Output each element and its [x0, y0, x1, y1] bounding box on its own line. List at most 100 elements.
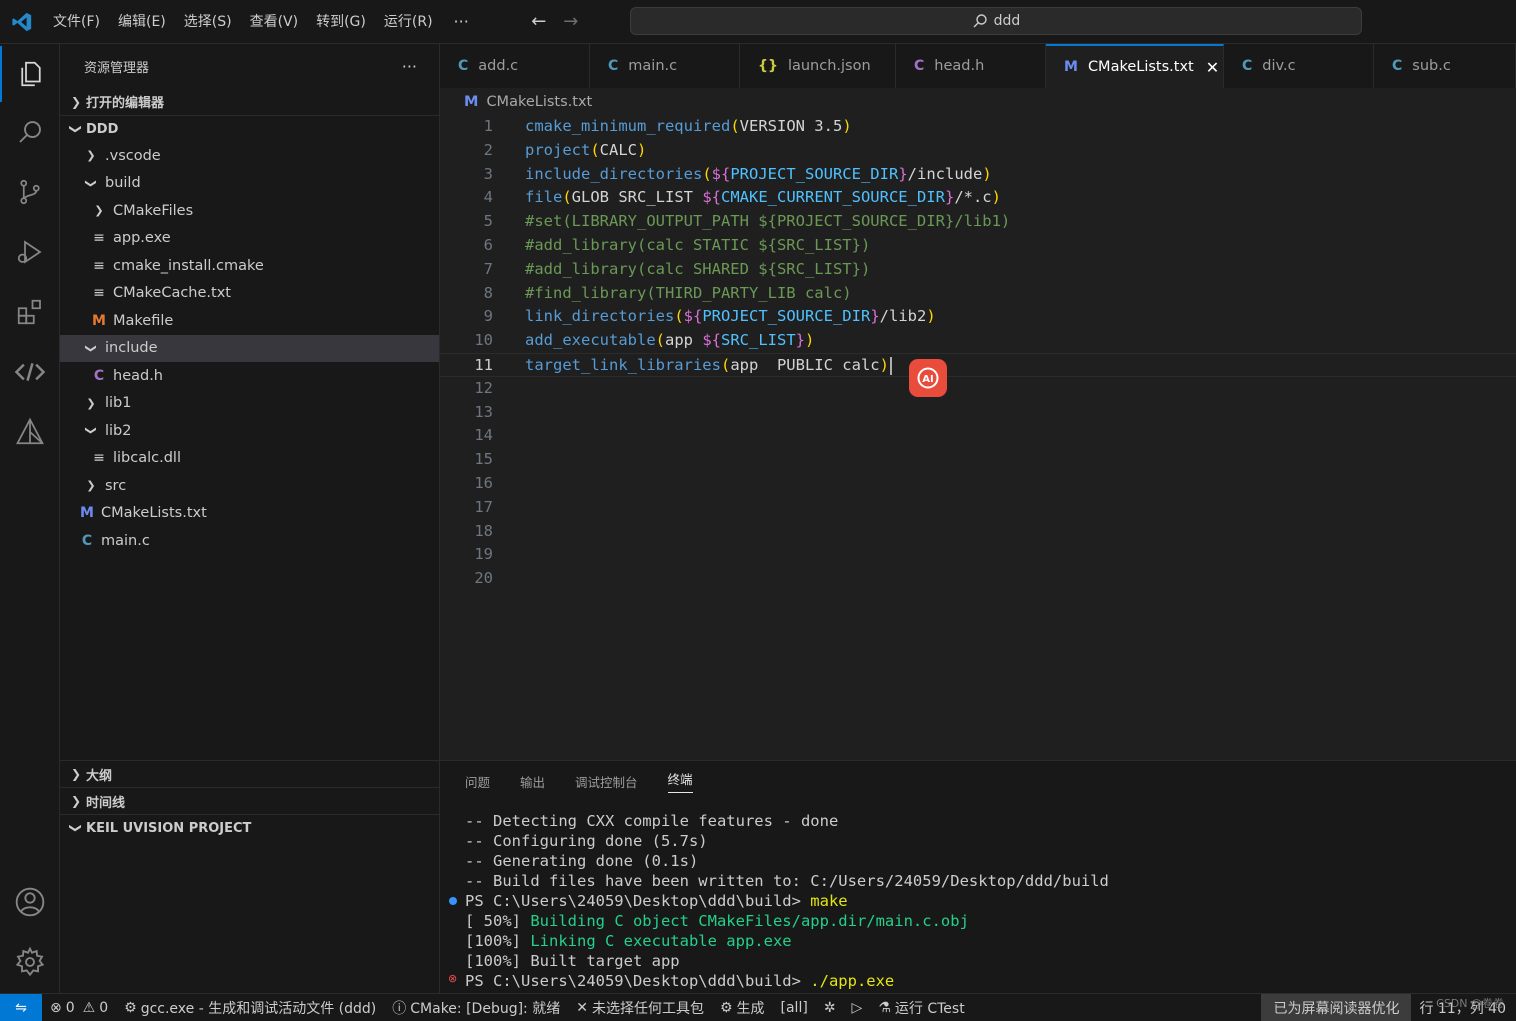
line-number: 6	[483, 236, 493, 254]
run-play-icon[interactable]: ▷	[844, 1000, 871, 1016]
code-line[interactable]: 11 target_link_libraries(app PUBLIC calc)	[440, 353, 1516, 377]
code-line[interactable]: 13	[440, 401, 1516, 425]
terminal-line: -- Configuring done (5.7s)	[465, 832, 708, 850]
tab-problems[interactable]: 问题	[465, 772, 490, 791]
breadcrumb[interactable]: M CMakeLists.txt	[440, 88, 1516, 116]
close-icon[interactable]: ✕	[1206, 58, 1219, 77]
menu-more-button[interactable]: ···	[442, 12, 481, 31]
code-line[interactable]: 7 #add_library(calc SHARED ${SRC_LIST})	[440, 258, 1516, 282]
tree-item[interactable]: M CMakeLists.txt	[60, 500, 439, 528]
tree-item[interactable]: ≡ app.exe	[60, 225, 439, 253]
keil-section[interactable]: ❯ KEIL UVISION PROJECT	[60, 814, 439, 841]
code-line[interactable]: 16	[440, 472, 1516, 496]
code-line[interactable]: 9 link_directories(${PROJECT_SOURCE_DIR}/…	[440, 305, 1516, 329]
code-editor[interactable]: 1 cmake_minimum_required(VERSION 3.5) 2 pro…	[440, 114, 1516, 760]
code-line[interactable]: 3 include_directories(${PROJECT_SOURCE_DI…	[440, 163, 1516, 187]
menu-view[interactable]: 查看(V)	[241, 8, 308, 36]
code-line[interactable]: 12	[440, 377, 1516, 401]
tab-cmakelists-txt[interactable]: M CMakeLists.txt ✕	[1046, 44, 1224, 88]
tree-item[interactable]: ≡ cmake_install.cmake	[60, 252, 439, 280]
tree-item[interactable]: ❯ include	[60, 334, 439, 362]
tree-item[interactable]: ≡ libcalc.dll	[60, 445, 439, 473]
back-arrow-icon[interactable]: ←	[523, 11, 555, 32]
ctest-button[interactable]: ⚗ 运行 CTest	[870, 998, 972, 1018]
build-target[interactable]: [all]	[773, 1000, 816, 1016]
line-number: 9	[483, 307, 493, 326]
settings-gear-icon[interactable]	[0, 934, 60, 990]
tab-terminal[interactable]: 终端	[667, 769, 693, 793]
tree-item[interactable]: ❯ build	[60, 170, 439, 198]
code-line[interactable]: 5 #set(LIBRARY_OUTPUT_PATH ${PROJECT_SOUR…	[440, 210, 1516, 234]
extensions-icon[interactable]	[0, 284, 60, 340]
code-line[interactable]: 20	[440, 567, 1516, 591]
timeline-section[interactable]: ❯ 时间线	[60, 787, 439, 814]
breadcrumb-file[interactable]: CMakeLists.txt	[486, 94, 592, 110]
chevron-right-icon: ❯	[70, 794, 82, 808]
problems-indicator[interactable]: ⊗ 0 ⚠ 0	[42, 1000, 116, 1016]
tree-item[interactable]: Cmain.c	[60, 527, 439, 555]
workspace-root-label: DDD	[86, 121, 119, 137]
tab-output[interactable]: 输出	[520, 772, 545, 791]
tab-head-h[interactable]: Chead.h	[896, 44, 1046, 88]
chevron-right-icon: ❯	[70, 94, 82, 109]
tab-launch-json[interactable]: {} launch.json	[740, 44, 896, 88]
tab-label: head.h	[934, 58, 985, 74]
tab-main-c[interactable]: Cmain.c	[590, 44, 740, 88]
account-icon[interactable]	[0, 874, 60, 930]
tree-item[interactable]: M Makefile	[60, 307, 439, 335]
tree-item[interactable]: ❯ lib2	[60, 417, 439, 445]
run-debug-icon[interactable]	[0, 224, 60, 280]
command-success-dot-icon[interactable]	[449, 897, 457, 905]
code-line[interactable]: 4 file(GLOB SRC_LIST ${CMAKE_CURRENT_SOUR…	[440, 186, 1516, 210]
code-line[interactable]: 14	[440, 424, 1516, 448]
command-error-icon[interactable]: ⊗	[448, 972, 457, 985]
menu-go[interactable]: 转到(G)	[307, 8, 375, 36]
build-button[interactable]: ⚙ 生成	[712, 998, 773, 1018]
tree-item[interactable]: ❯ lib1	[60, 390, 439, 418]
code-line[interactable]: 1 cmake_minimum_required(VERSION 3.5)	[440, 115, 1516, 139]
tree-item[interactable]: ❯ CMakeFiles	[60, 197, 439, 225]
ai-assistant-icon[interactable]: AI	[909, 359, 947, 397]
cmake-icon[interactable]	[0, 404, 60, 460]
menu-run[interactable]: 运行(R)	[375, 8, 442, 36]
tree-item[interactable]: ≡ CMakeCache.txt	[60, 280, 439, 308]
tab-sub-c[interactable]: Csub.c	[1374, 44, 1516, 88]
tree-item[interactable]: Chead.h	[60, 362, 439, 390]
menu-file[interactable]: 文件(F)	[44, 8, 109, 36]
forward-arrow-icon[interactable]: →	[555, 11, 587, 32]
outline-section[interactable]: ❯ 大纲	[60, 760, 439, 787]
tab-add-c[interactable]: Cadd.c	[440, 44, 590, 88]
code-line[interactable]: 18	[440, 520, 1516, 544]
cmake-status[interactable]: ⓘ CMake: [Debug]: 就绪	[384, 998, 568, 1018]
debug-bug-icon[interactable]: ✲	[816, 1000, 844, 1016]
source-control-icon[interactable]	[0, 164, 60, 220]
remote-explorer-icon[interactable]	[0, 344, 60, 400]
explorer-more-button[interactable]: ···	[402, 57, 417, 76]
code-line[interactable]: 2 project(CALC)	[440, 139, 1516, 163]
code-text: #add_library(calc STATIC ${SRC_LIST})	[525, 236, 871, 254]
menu-selection[interactable]: 选择(S)	[175, 8, 241, 36]
screen-reader-indicator[interactable]: 已为屏幕阅读器优化	[1261, 993, 1412, 1021]
tree-item[interactable]: ❯ src	[60, 472, 439, 500]
workspace-root-section[interactable]: ❯ DDD	[60, 115, 439, 142]
code-line[interactable]: 6 #add_library(calc STATIC ${SRC_LIST})	[440, 234, 1516, 258]
timeline-label: 时间线	[86, 795, 126, 811]
code-line[interactable]: 15	[440, 448, 1516, 472]
code-line[interactable]: 17	[440, 496, 1516, 520]
command-center-search[interactable]: ddd	[630, 7, 1362, 35]
code-line[interactable]: 19	[440, 543, 1516, 567]
code-text: link_directories(${PROJECT_SOURCE_DIR}/l…	[525, 307, 936, 326]
search-icon[interactable]	[0, 104, 60, 160]
code-line[interactable]: 8 #find_library(THIRD_PARTY_LIB calc)	[440, 282, 1516, 306]
open-editors-section[interactable]: ❯ 打开的编辑器	[60, 88, 439, 115]
remote-indicator-icon[interactable]: ⇋	[0, 993, 42, 1021]
tab-debug-console[interactable]: 调试控制台	[575, 772, 638, 791]
explorer-icon[interactable]	[0, 46, 60, 102]
kit-selector[interactable]: ✕ 未选择任何工具包	[568, 998, 712, 1018]
debug-config[interactable]: ⚙ gcc.exe - 生成和调试活动文件 (ddd)	[116, 998, 384, 1018]
menu-edit[interactable]: 编辑(E)	[109, 8, 175, 36]
code-line[interactable]: 10 add_executable(app ${SRC_LIST})	[440, 329, 1516, 353]
cursor-position[interactable]: 行 11，列 40 CSDN @卷卷	[1411, 997, 1516, 1018]
tab-div-c[interactable]: Cdiv.c	[1224, 44, 1374, 88]
tree-item[interactable]: ❯ .vscode	[60, 142, 439, 170]
